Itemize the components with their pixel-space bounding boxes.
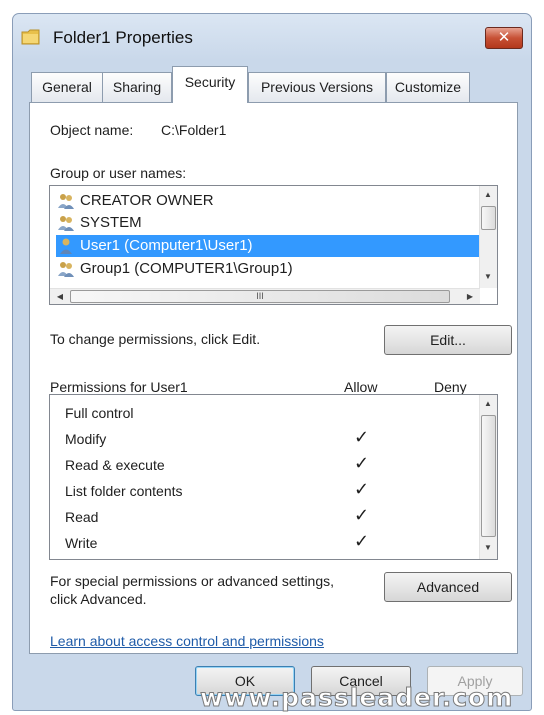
permission-row: Full control [50,401,480,427]
object-name-value: C:\Folder1 [161,122,227,138]
permission-name: Write [65,535,98,551]
permissions-vertical-scrollbar[interactable]: ▲ ▼ [479,395,497,559]
user-list[interactable]: CREATOR OWNER SYSTEM User1 (Computer1\Us… [49,185,498,305]
permissions-header: Permissions for User1 [50,379,188,395]
permission-row: Write ✓ [50,531,480,557]
allow-check-icon: ✓ [354,427,370,447]
group-icon [58,262,74,277]
permission-row: List folder contents ✓ [50,479,480,505]
folder-icon [21,29,40,45]
group-user-names-label: Group or user names: [50,165,187,181]
permission-name: List folder contents [65,483,183,499]
allow-header: Allow [344,379,378,395]
tab-customize[interactable]: Customize [386,72,470,102]
user-name: User1 (Computer1\User1) [80,237,253,254]
object-name-label: Object name: [50,122,134,138]
user-name: Group1 (COMPUTER1\Group1) [80,260,293,277]
allow-check-icon: ✓ [354,453,370,473]
scroll-left-icon[interactable]: ◀ [52,292,68,301]
permission-name: Modify [65,431,107,447]
user-name: CREATOR OWNER [80,192,214,209]
change-permissions-text: To change permissions, click Edit. [50,331,261,347]
user-icon [60,238,72,254]
allow-check-icon: ✓ [354,479,370,499]
learn-access-control-link[interactable]: Learn about access control and permissio… [50,633,324,649]
tab-general[interactable]: General [31,72,103,102]
user-list-horizontal-scrollbar[interactable]: ◀ III ▶ [50,288,480,304]
allow-check-icon: ✓ [354,505,370,525]
permission-row: Read & execute ✓ [50,453,480,479]
tab-security[interactable]: Security [172,66,248,103]
tab-sharing[interactable]: Sharing [102,72,172,102]
permission-name: Read [65,509,99,525]
deny-header: Deny [434,379,467,395]
permission-name: Full control [65,405,134,421]
group-icon [58,216,74,231]
close-button[interactable]: ✕ [485,27,523,49]
special-permissions-text-line2: click Advanced. [50,591,147,607]
special-permissions-text-line1: For special permissions or advanced sett… [50,573,335,589]
scroll-thumb[interactable] [481,206,496,230]
list-item-user1[interactable]: User1 (Computer1\User1) [56,235,481,257]
scroll-thumb[interactable] [481,415,496,537]
tab-previous-versions[interactable]: Previous Versions [248,72,386,102]
permission-row: Read ✓ [50,505,480,531]
watermark: www.passleader.com [199,683,514,713]
list-item-system[interactable]: SYSTEM [56,212,481,234]
scroll-up-icon[interactable]: ▲ [480,190,496,199]
group-icon [58,194,74,209]
permissions-list[interactable]: Full control Modify ✓ Read & execute ✓ L… [49,394,498,560]
advanced-button[interactable]: Advanced [384,572,512,602]
scroll-right-icon[interactable]: ▶ [462,292,478,301]
title-bar[interactable]: Folder1 Properties ✕ [13,14,531,60]
permission-row: Modify ✓ [50,427,480,453]
scroll-thumb[interactable]: III [70,290,450,303]
allow-check-icon: ✓ [354,531,370,551]
security-panel: Object name: C:\Folder1 Group or user na… [29,102,518,654]
window-title: Folder1 Properties [53,28,193,47]
scroll-down-icon[interactable]: ▼ [480,272,496,281]
user-name: SYSTEM [80,214,142,231]
scroll-down-icon[interactable]: ▼ [480,543,496,552]
edit-button[interactable]: Edit... [384,325,512,355]
list-item-creator-owner[interactable]: CREATOR OWNER [56,190,481,212]
user-list-vertical-scrollbar[interactable]: ▲ ▼ [479,186,497,288]
permission-name: Read & execute [65,457,165,473]
properties-window: Folder1 Properties ✕ General Sharing Sec… [12,13,532,711]
list-item-group1[interactable]: Group1 (COMPUTER1\Group1) [56,258,481,280]
scroll-up-icon[interactable]: ▲ [480,399,496,408]
